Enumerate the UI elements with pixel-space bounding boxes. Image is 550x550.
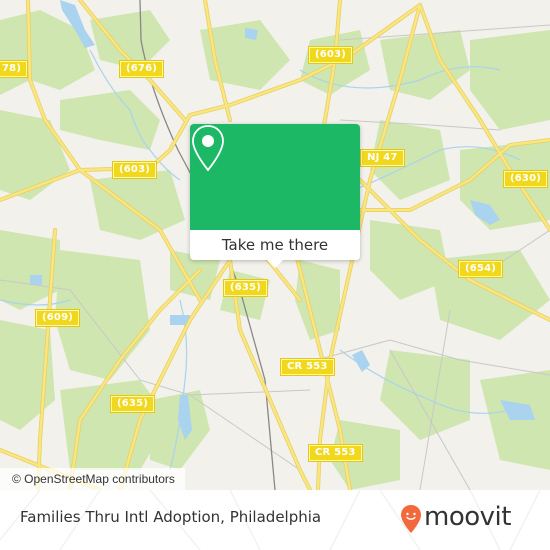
road-label-603: (603) [111, 161, 158, 179]
footer: Families Thru Intl Adoption, Philadelphi… [0, 490, 550, 550]
popup-tail [267, 260, 283, 268]
map-pin-icon [192, 125, 224, 172]
road-label-cr553: CR 553 [280, 358, 335, 376]
road-label-603: (603) [307, 46, 354, 64]
road-label-609: (609) [34, 309, 81, 327]
road-label-635: (635) [109, 395, 156, 413]
place-name: Families Thru Intl Adoption, Philadelphi… [20, 508, 322, 526]
map[interactable]: (676) (603) (603) NJ 47 (630) (654) (635… [0, 0, 550, 490]
road-label-635: (635) [222, 279, 269, 297]
popup-header [190, 124, 360, 230]
road-label-630: (630) [502, 170, 549, 188]
road-label-676: (676) [118, 60, 165, 78]
moovit-logo[interactable]: moovit [400, 500, 545, 540]
moovit-pin-icon [401, 505, 421, 533]
road-label-nj47: NJ 47 [360, 149, 405, 167]
road-label-654: (654) [457, 260, 504, 278]
destination-popup[interactable]: Take me there [190, 124, 360, 268]
road-label-cr553: CR 553 [308, 444, 363, 462]
take-me-there-button[interactable]: Take me there [190, 230, 360, 260]
map-attribution[interactable]: © OpenStreetMap contributors [0, 468, 185, 490]
moovit-wordmark: moovit [424, 502, 511, 532]
road-label-78: 78) [0, 60, 29, 78]
